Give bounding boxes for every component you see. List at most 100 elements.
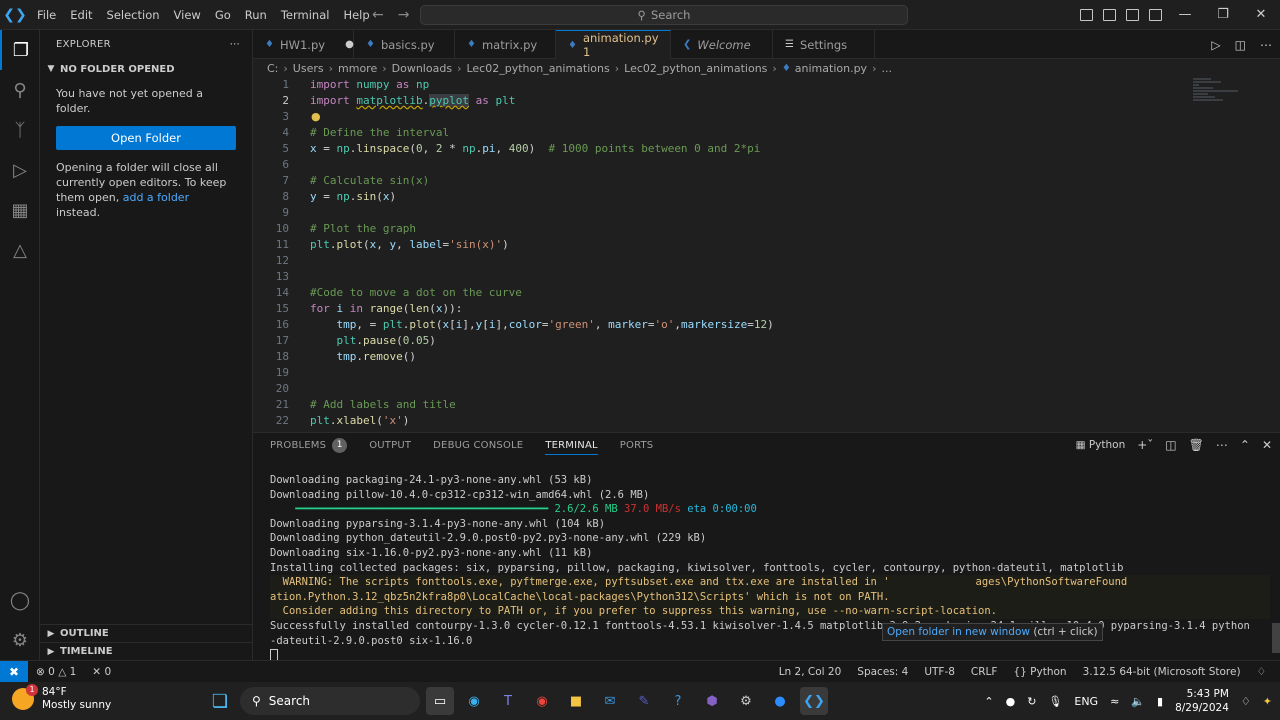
notifications-bell-icon[interactable]: ♢: [1249, 666, 1274, 678]
more-actions-icon[interactable]: ⋯: [1216, 438, 1228, 452]
wifi-icon[interactable]: ≈: [1110, 695, 1119, 708]
sync-icon[interactable]: ↻: [1027, 695, 1036, 708]
lightbulb-icon[interactable]: ●: [311, 110, 321, 123]
file-explorer-icon[interactable]: ■: [562, 687, 590, 715]
toggle-panel-icon[interactable]: [1103, 9, 1116, 21]
forward-arrow-icon[interactable]: →: [398, 7, 410, 23]
menu-go[interactable]: Go: [208, 0, 238, 30]
source-control-icon[interactable]: ᛉ: [0, 110, 40, 150]
menu-help[interactable]: Help: [336, 0, 376, 30]
run-debug-icon[interactable]: ▷: [0, 150, 40, 190]
menu-file[interactable]: File: [30, 0, 63, 30]
close-window-icon[interactable]: ✕: [1242, 0, 1280, 30]
back-arrow-icon[interactable]: ←: [372, 7, 384, 23]
terminal-output[interactable]: Downloading packaging-24.1-py3-none-any.…: [270, 473, 1270, 663]
tab-hw1[interactable]: ♦ HW1.py ●: [253, 30, 354, 59]
breadcrumb-item[interactable]: Users: [293, 62, 324, 75]
toggle-secondary-sidebar-icon[interactable]: [1126, 9, 1139, 21]
trash-icon[interactable]: 🗑: [1189, 438, 1204, 452]
menu-run[interactable]: Run: [238, 0, 274, 30]
cursor-position[interactable]: Ln 2, Col 20: [771, 666, 850, 678]
tab-settings[interactable]: ☰ Settings: [773, 30, 875, 59]
close-panel-icon[interactable]: ✕: [1262, 438, 1272, 452]
code-editor[interactable]: 1 import numpy as np 2 import matplotlib.p…: [253, 77, 1280, 432]
search-view-icon[interactable]: ⚲: [0, 70, 40, 110]
settings-gear-icon[interactable]: ⚙: [732, 687, 760, 715]
tab-animation[interactable]: ♦ animation.py 1: [556, 30, 671, 59]
mail-icon[interactable]: ✉: [596, 687, 624, 715]
breadcrumb-item[interactable]: Lec02_python_animations: [466, 62, 609, 75]
language-indicator[interactable]: ENG: [1074, 695, 1098, 708]
split-terminal-icon[interactable]: ◫: [1165, 438, 1176, 452]
edge-icon[interactable]: ◉: [460, 687, 488, 715]
tab-ports[interactable]: PORTS: [620, 440, 654, 451]
maximize-panel-icon[interactable]: ⌃: [1240, 438, 1250, 452]
add-folder-link[interactable]: add a folder: [123, 191, 189, 204]
app-icon[interactable]: ⬢: [698, 687, 726, 715]
tab-terminal[interactable]: TERMINAL: [545, 436, 598, 455]
task-view-icon[interactable]: ▭: [426, 687, 454, 715]
tab-matrix[interactable]: ♦ matrix.py: [455, 30, 556, 59]
more-actions-icon[interactable]: ⋯: [1260, 38, 1272, 52]
menu-view[interactable]: View: [167, 0, 208, 30]
breadcrumb-item[interactable]: Downloads: [392, 62, 452, 75]
language-mode[interactable]: {} Python: [1005, 666, 1074, 678]
split-editor-icon[interactable]: ◫: [1235, 38, 1246, 52]
tab-welcome[interactable]: ❮ Welcome: [671, 30, 773, 59]
volume-icon[interactable]: 🔈: [1131, 695, 1145, 708]
ports-status[interactable]: ✕ 0: [84, 666, 119, 678]
vscode-taskbar-icon[interactable]: ❮❯: [800, 687, 828, 715]
encoding[interactable]: UTF-8: [916, 666, 963, 678]
breadcrumb-item[interactable]: ...: [881, 62, 892, 75]
end-of-line[interactable]: CRLF: [963, 666, 1006, 678]
security-icon[interactable]: ●: [1006, 695, 1016, 708]
extensions-icon[interactable]: ▦: [0, 190, 40, 230]
problems-status[interactable]: ⊗ 0 △ 1: [28, 666, 84, 678]
outline-section-header[interactable]: ▶ OUTLINE: [40, 624, 252, 642]
teams-icon[interactable]: T: [494, 687, 522, 715]
terminal-scrollbar[interactable]: [1272, 623, 1280, 653]
explorer-icon[interactable]: ❐: [0, 30, 40, 70]
command-center-search[interactable]: ⚲ Search: [420, 5, 908, 25]
tab-output[interactable]: OUTPUT: [369, 440, 411, 451]
help-icon[interactable]: ?: [664, 687, 692, 715]
toggle-sidebar-icon[interactable]: [1080, 9, 1093, 21]
more-actions-icon[interactable]: ⋯: [230, 39, 240, 50]
remote-indicator-icon[interactable]: ✖: [0, 660, 28, 683]
indentation[interactable]: Spaces: 4: [849, 666, 916, 678]
breadcrumb-item[interactable]: Lec02_python_animations: [624, 62, 767, 75]
tab-problems[interactable]: PROBLEMS 1: [270, 437, 348, 453]
copilot-icon[interactable]: ✦: [1263, 695, 1272, 708]
breadcrumb-item[interactable]: mmore: [338, 62, 377, 75]
modified-dot-icon[interactable]: ●: [345, 39, 354, 50]
chrome-icon[interactable]: ◉: [528, 687, 556, 715]
python-interpreter[interactable]: 3.12.5 64-bit (Microsoft Store): [1075, 666, 1249, 678]
terminal-profile[interactable]: ▦ Python: [1076, 439, 1126, 451]
start-windows-icon[interactable]: ❏: [206, 687, 234, 715]
menu-selection[interactable]: Selection: [100, 0, 167, 30]
new-terminal-icon[interactable]: +ˇ: [1137, 438, 1153, 452]
clock[interactable]: 5:43 PM 8/29/2024: [1175, 687, 1229, 715]
microphone-icon[interactable]: 🎙: [1048, 695, 1062, 708]
taskbar-search[interactable]: ⚲ Search: [240, 687, 420, 715]
run-python-file-icon[interactable]: ▷: [1211, 38, 1220, 52]
manage-gear-icon[interactable]: ⚙: [0, 620, 40, 660]
tab-basics[interactable]: ♦ basics.py: [354, 30, 455, 59]
notification-icon[interactable]: ♢: [1241, 695, 1251, 708]
zoom-icon[interactable]: ●: [766, 687, 794, 715]
accounts-icon[interactable]: ◯: [0, 580, 40, 620]
tooltip-link[interactable]: Open folder in new window: [887, 626, 1030, 638]
breadcrumb-item[interactable]: animation.py: [795, 62, 867, 75]
menu-terminal[interactable]: Terminal: [274, 0, 337, 30]
customize-layout-icon[interactable]: [1149, 9, 1162, 21]
breadcrumb-item[interactable]: C:: [267, 62, 278, 75]
testing-icon[interactable]: △: [0, 230, 40, 270]
minimap[interactable]: [1193, 77, 1253, 127]
timeline-section-header[interactable]: ▶ TIMELINE: [40, 642, 252, 660]
tab-debug-console[interactable]: DEBUG CONSOLE: [433, 440, 523, 451]
open-folder-button[interactable]: Open Folder: [56, 126, 236, 150]
menu-edit[interactable]: Edit: [63, 0, 99, 30]
whiteboard-icon[interactable]: ✎: [630, 687, 658, 715]
no-folder-section-header[interactable]: ▼ NO FOLDER OPENED: [40, 58, 252, 80]
minimize-icon[interactable]: —: [1166, 0, 1204, 30]
